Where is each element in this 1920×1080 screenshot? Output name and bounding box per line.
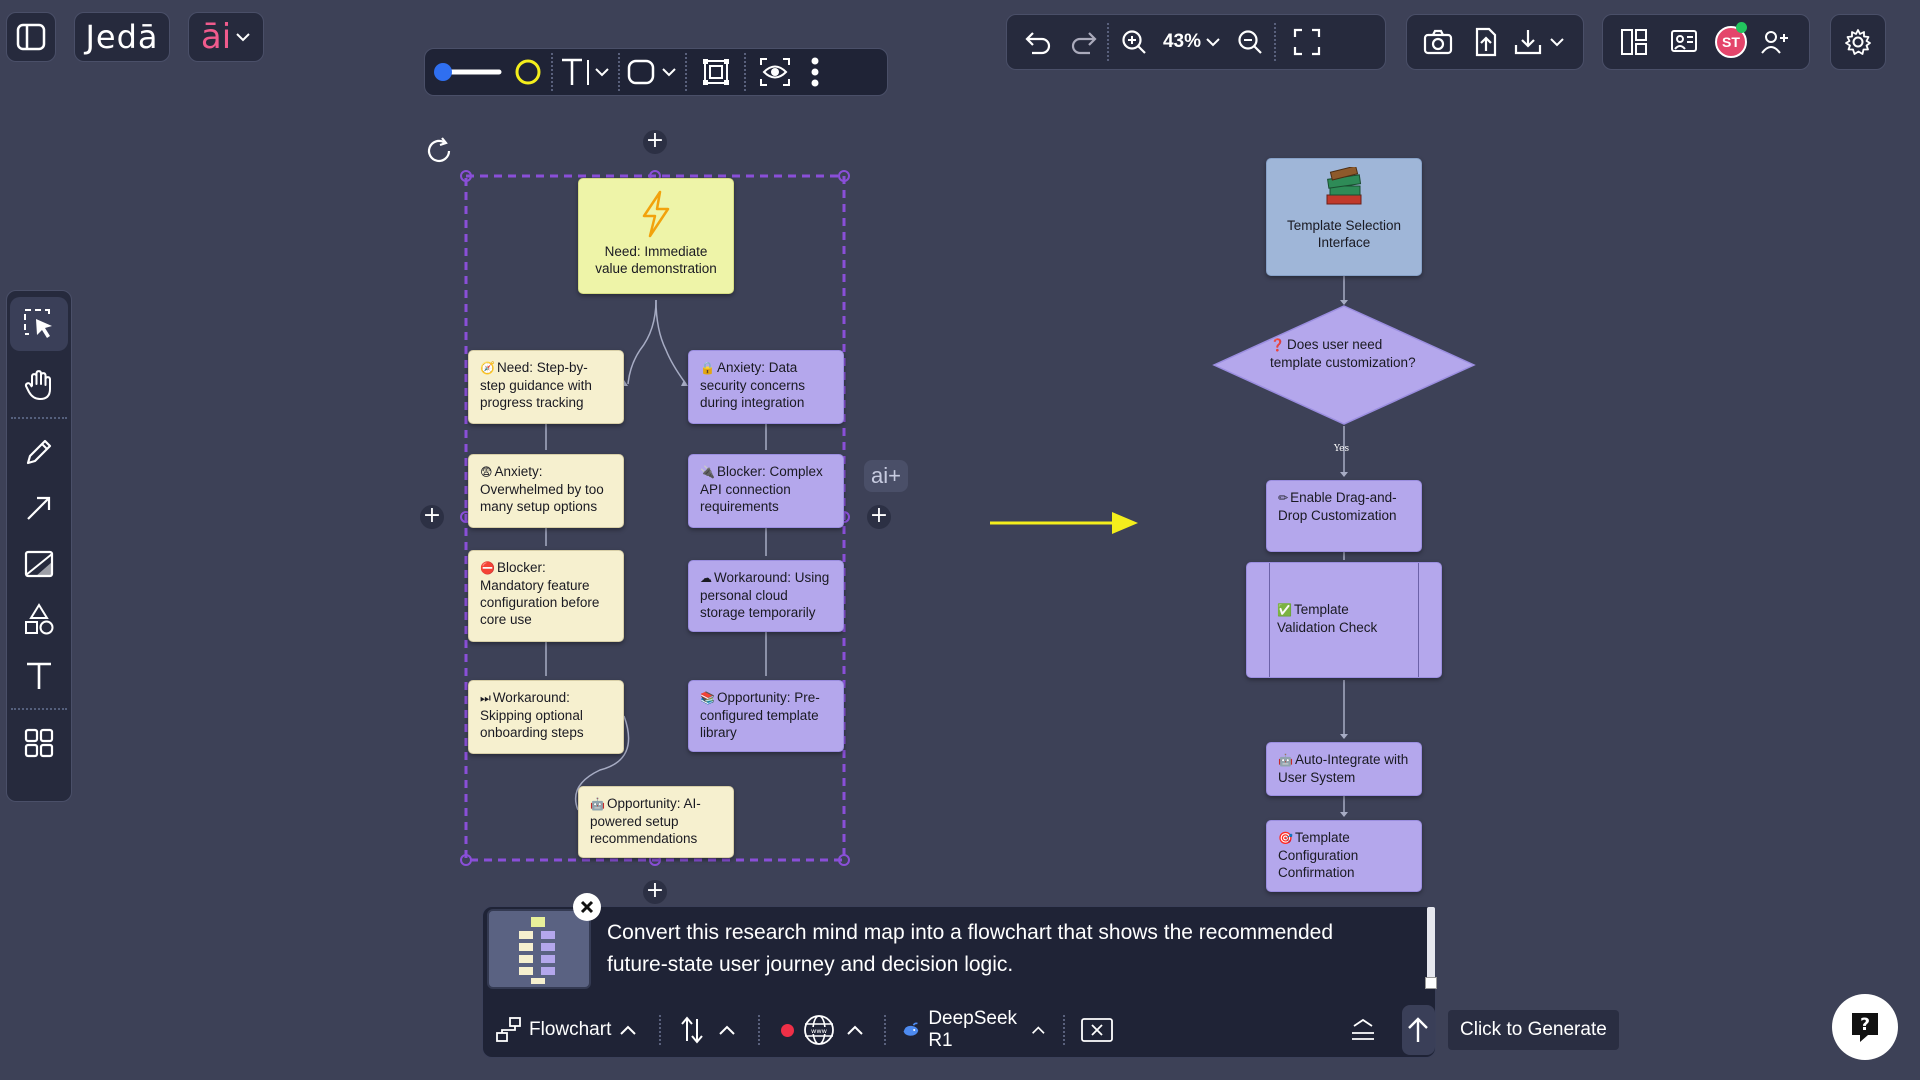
node-text: Enable Drag-and-Drop Customization (1278, 490, 1397, 523)
status-dot (780, 1023, 794, 1037)
books-icon (1326, 167, 1362, 205)
node-text: Auto-Integrate with User System (1278, 752, 1409, 785)
flowchart-start-node[interactable]: Template Selection Interface (1266, 158, 1422, 276)
chevron-up-icon (847, 1025, 863, 1035)
divider (659, 1015, 662, 1045)
divider (883, 1015, 887, 1045)
chevron-up-icon (1031, 1026, 1045, 1034)
arrow-up-icon (1408, 1017, 1429, 1042)
diagram-type-label: Flowchart (529, 1019, 612, 1040)
flowchart-step-node[interactable]: 🤖 Auto-Integrate with User System (1266, 742, 1422, 796)
panel-up-icon (1351, 1018, 1374, 1040)
target-icon: 🎯 (1278, 831, 1293, 845)
question-mark-icon: ❓ (1270, 338, 1285, 352)
node-text: Does user need template customization? (1270, 337, 1416, 370)
chevron-up-icon (620, 1025, 637, 1035)
tooltip-text: Click to Generate (1460, 1019, 1607, 1040)
divider (1063, 1015, 1066, 1045)
ai-prompt-panel: Convert this research mind map into a fl… (482, 893, 1437, 1058)
prompt-controls: Flowchart www DeepSeek R1 (483, 1005, 1435, 1055)
flowchart-step-node[interactable]: 🎯 Template Configuration Confirmation (1266, 820, 1422, 892)
flowchart-subprocess-node[interactable]: ✅ Template Validation Check (1246, 562, 1442, 678)
expand-panel-button[interactable] (1350, 1010, 1376, 1050)
chevron-up-icon (719, 1025, 735, 1035)
svg-text:?: ? (1860, 1015, 1870, 1035)
node-text: Template Selection Interface (1286, 218, 1402, 250)
generate-tooltip: Click to Generate (1448, 1010, 1619, 1050)
prompt-scrollbar[interactable] (1427, 907, 1435, 983)
close-icon (580, 900, 594, 914)
yes-label: Yes (1334, 444, 1349, 454)
model-selector[interactable]: DeepSeek R1 (902, 1008, 1045, 1051)
clear-canvas-button[interactable] (1080, 1010, 1114, 1050)
flowchart-icon (496, 1017, 521, 1042)
mindmap-thumbnail-icon (519, 917, 555, 984)
remove-attachment-button[interactable] (573, 893, 601, 921)
diagram-type-selector[interactable]: Flowchart (495, 1010, 637, 1050)
globe-www-icon: www (803, 1015, 834, 1045)
direction-selector[interactable] (680, 1010, 736, 1050)
prompt-input[interactable]: Convert this research mind map into a fl… (607, 917, 1387, 981)
attachment-thumbnail[interactable] (487, 909, 591, 989)
sort-arrows-icon (681, 1016, 703, 1044)
pencil-icon: ✏ (1278, 491, 1289, 505)
edge-label: Yes (1334, 444, 1350, 454)
model-label: DeepSeek R1 (928, 1008, 1018, 1051)
flowchart-decision-node[interactable]: ❓ Does user need template customization? (1270, 336, 1418, 396)
flowchart-step-node[interactable]: ✏ Enable Drag-and-Drop Customization (1266, 480, 1422, 552)
resize-grip[interactable] (1425, 977, 1437, 989)
generate-button[interactable] (1401, 1005, 1435, 1055)
subprocess-bar-left (1269, 563, 1270, 677)
whale-icon (904, 1022, 919, 1036)
help-button[interactable]: ? (1832, 994, 1898, 1060)
divider (758, 1015, 761, 1045)
help-chat-icon: ? (1852, 1013, 1878, 1042)
node-text: Template Validation Check (1277, 602, 1378, 635)
svg-text:www: www (811, 1027, 828, 1035)
web-search-toggle[interactable]: www (780, 1010, 864, 1050)
robot-icon: 🤖 (1278, 753, 1293, 767)
subprocess-bar-right (1418, 563, 1419, 677)
close-screen-icon (1080, 1018, 1113, 1042)
check-mark-icon: ✅ (1277, 603, 1292, 617)
